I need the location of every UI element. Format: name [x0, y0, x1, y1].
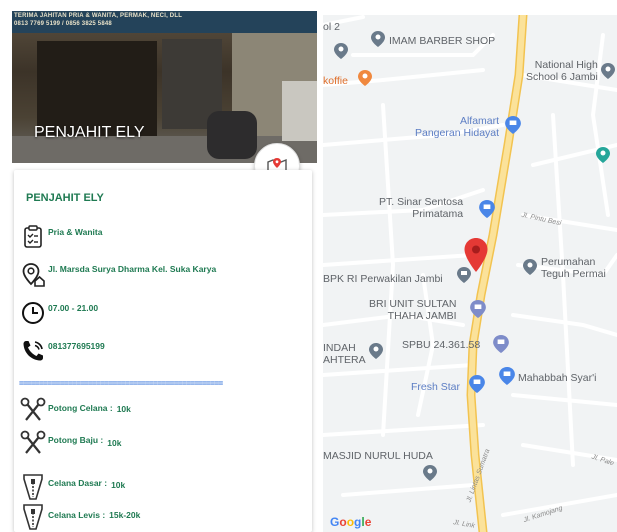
clock-icon — [22, 302, 44, 324]
shop-name: PENJAHIT ELY — [26, 192, 104, 204]
price-value: 15k-20k — [109, 510, 141, 520]
map-label-fresh: Fresh Star — [411, 381, 461, 393]
map-label-pt-sinar: PT. Sinar Sentosa Primatama — [379, 196, 464, 220]
scissors-icon — [20, 397, 46, 421]
map-label-indah: INDAH AHTERA — [323, 342, 366, 366]
category-text: Pria & Wanita — [48, 227, 103, 237]
hours-row: 07.00 - 21.00 — [20, 300, 98, 326]
map-label-bpk: BPK RI Perwakilan Jambi — [323, 273, 443, 285]
map-label-mahabbah: Mahabbah Syar'i — [518, 372, 597, 384]
map-label-imam: IMAM BARBER SHOP — [389, 35, 496, 47]
address-text: Jl. Marsda Surya Dharma Kel. Suka Karya — [48, 264, 217, 274]
price-label: Celana Levis : — [48, 510, 106, 520]
shop-info-card: PENJAHIT ELY Pria & Wanita Jl. Marsda Su… — [14, 170, 312, 532]
photo-title: PENJAHIT ELY — [34, 124, 145, 141]
price-value: 10k — [116, 404, 131, 414]
map-label-spbu: SPBU 24.361.58 — [402, 339, 481, 351]
clipboard-check-icon — [24, 225, 42, 248]
phone-text: 081377695199 — [48, 341, 105, 351]
signboard-line-2: 0813 7769 5199 / 0856 3825 5848 — [14, 21, 112, 27]
price-row-3: Celana Levis : 15k-20k — [20, 504, 140, 530]
phone-icon — [23, 341, 43, 361]
google-attribution[interactable]: Google — [330, 515, 371, 529]
price-label: Celana Dasar : — [48, 478, 108, 488]
map-label-koffie: koffie — [323, 75, 348, 87]
shop-signboard: TERIMA JAHITAN PRIA & WANITA, PERMAK, NE… — [12, 11, 317, 33]
price-row-1: Potong Baju : 10k — [20, 430, 121, 456]
price-value: 10k — [107, 438, 122, 448]
category-row: Pria & Wanita — [20, 224, 102, 250]
phone-row[interactable]: 081377695199 — [20, 338, 105, 364]
price-label: Potong Celana : — [48, 403, 113, 413]
map-label-perumahan: Perumahan Teguh Permai — [541, 256, 606, 280]
map-view[interactable]: IMAM BARBER SHOP ol 2 National High Scho… — [323, 15, 617, 532]
map-label-alfamart: Alfamart Pangeran Hidayat — [415, 115, 500, 139]
map-label-bri: BRI UNIT SULTAN THAHA JAMBI — [369, 298, 457, 322]
price-row-2: Celana Dasar : 10k — [20, 474, 125, 500]
price-row-0: Potong Celana : 10k — [20, 397, 131, 423]
shop-photo: TERIMA JAHITAN PRIA & WANITA, PERMAK, NE… — [12, 11, 317, 163]
price-label: Potong Baju : — [48, 435, 104, 445]
zipper-icon — [23, 474, 43, 500]
app-screen: TERIMA JAHITAN PRIA & WANITA, PERMAK, NE… — [0, 0, 617, 532]
section-divider: ========================================… — [19, 379, 223, 388]
address-row: Jl. Marsda Surya Dharma Kel. Suka Karya — [20, 262, 216, 288]
location-home-icon — [22, 263, 45, 287]
map-label-masjid: MASJID NURUL HUDA — [323, 450, 433, 462]
shop-detail-panel: TERIMA JAHITAN PRIA & WANITA, PERMAK, NE… — [0, 0, 320, 532]
map-label-national: National High School 6 Jambi — [526, 59, 598, 83]
map-label-jl-link: Jl. Link — [452, 519, 476, 530]
zipper-icon — [23, 504, 43, 530]
map-label-ol2: ol 2 — [323, 21, 340, 33]
photo-motorcycle — [207, 111, 257, 159]
google-logo-text: Google — [330, 515, 372, 529]
scissors-icon — [20, 430, 46, 454]
hours-text: 07.00 - 21.00 — [48, 303, 99, 313]
photo-rack — [282, 81, 317, 141]
price-value: 10k — [111, 480, 126, 490]
signboard-line-1: TERIMA JAHITAN PRIA & WANITA, PERMAK, NE… — [14, 13, 183, 19]
